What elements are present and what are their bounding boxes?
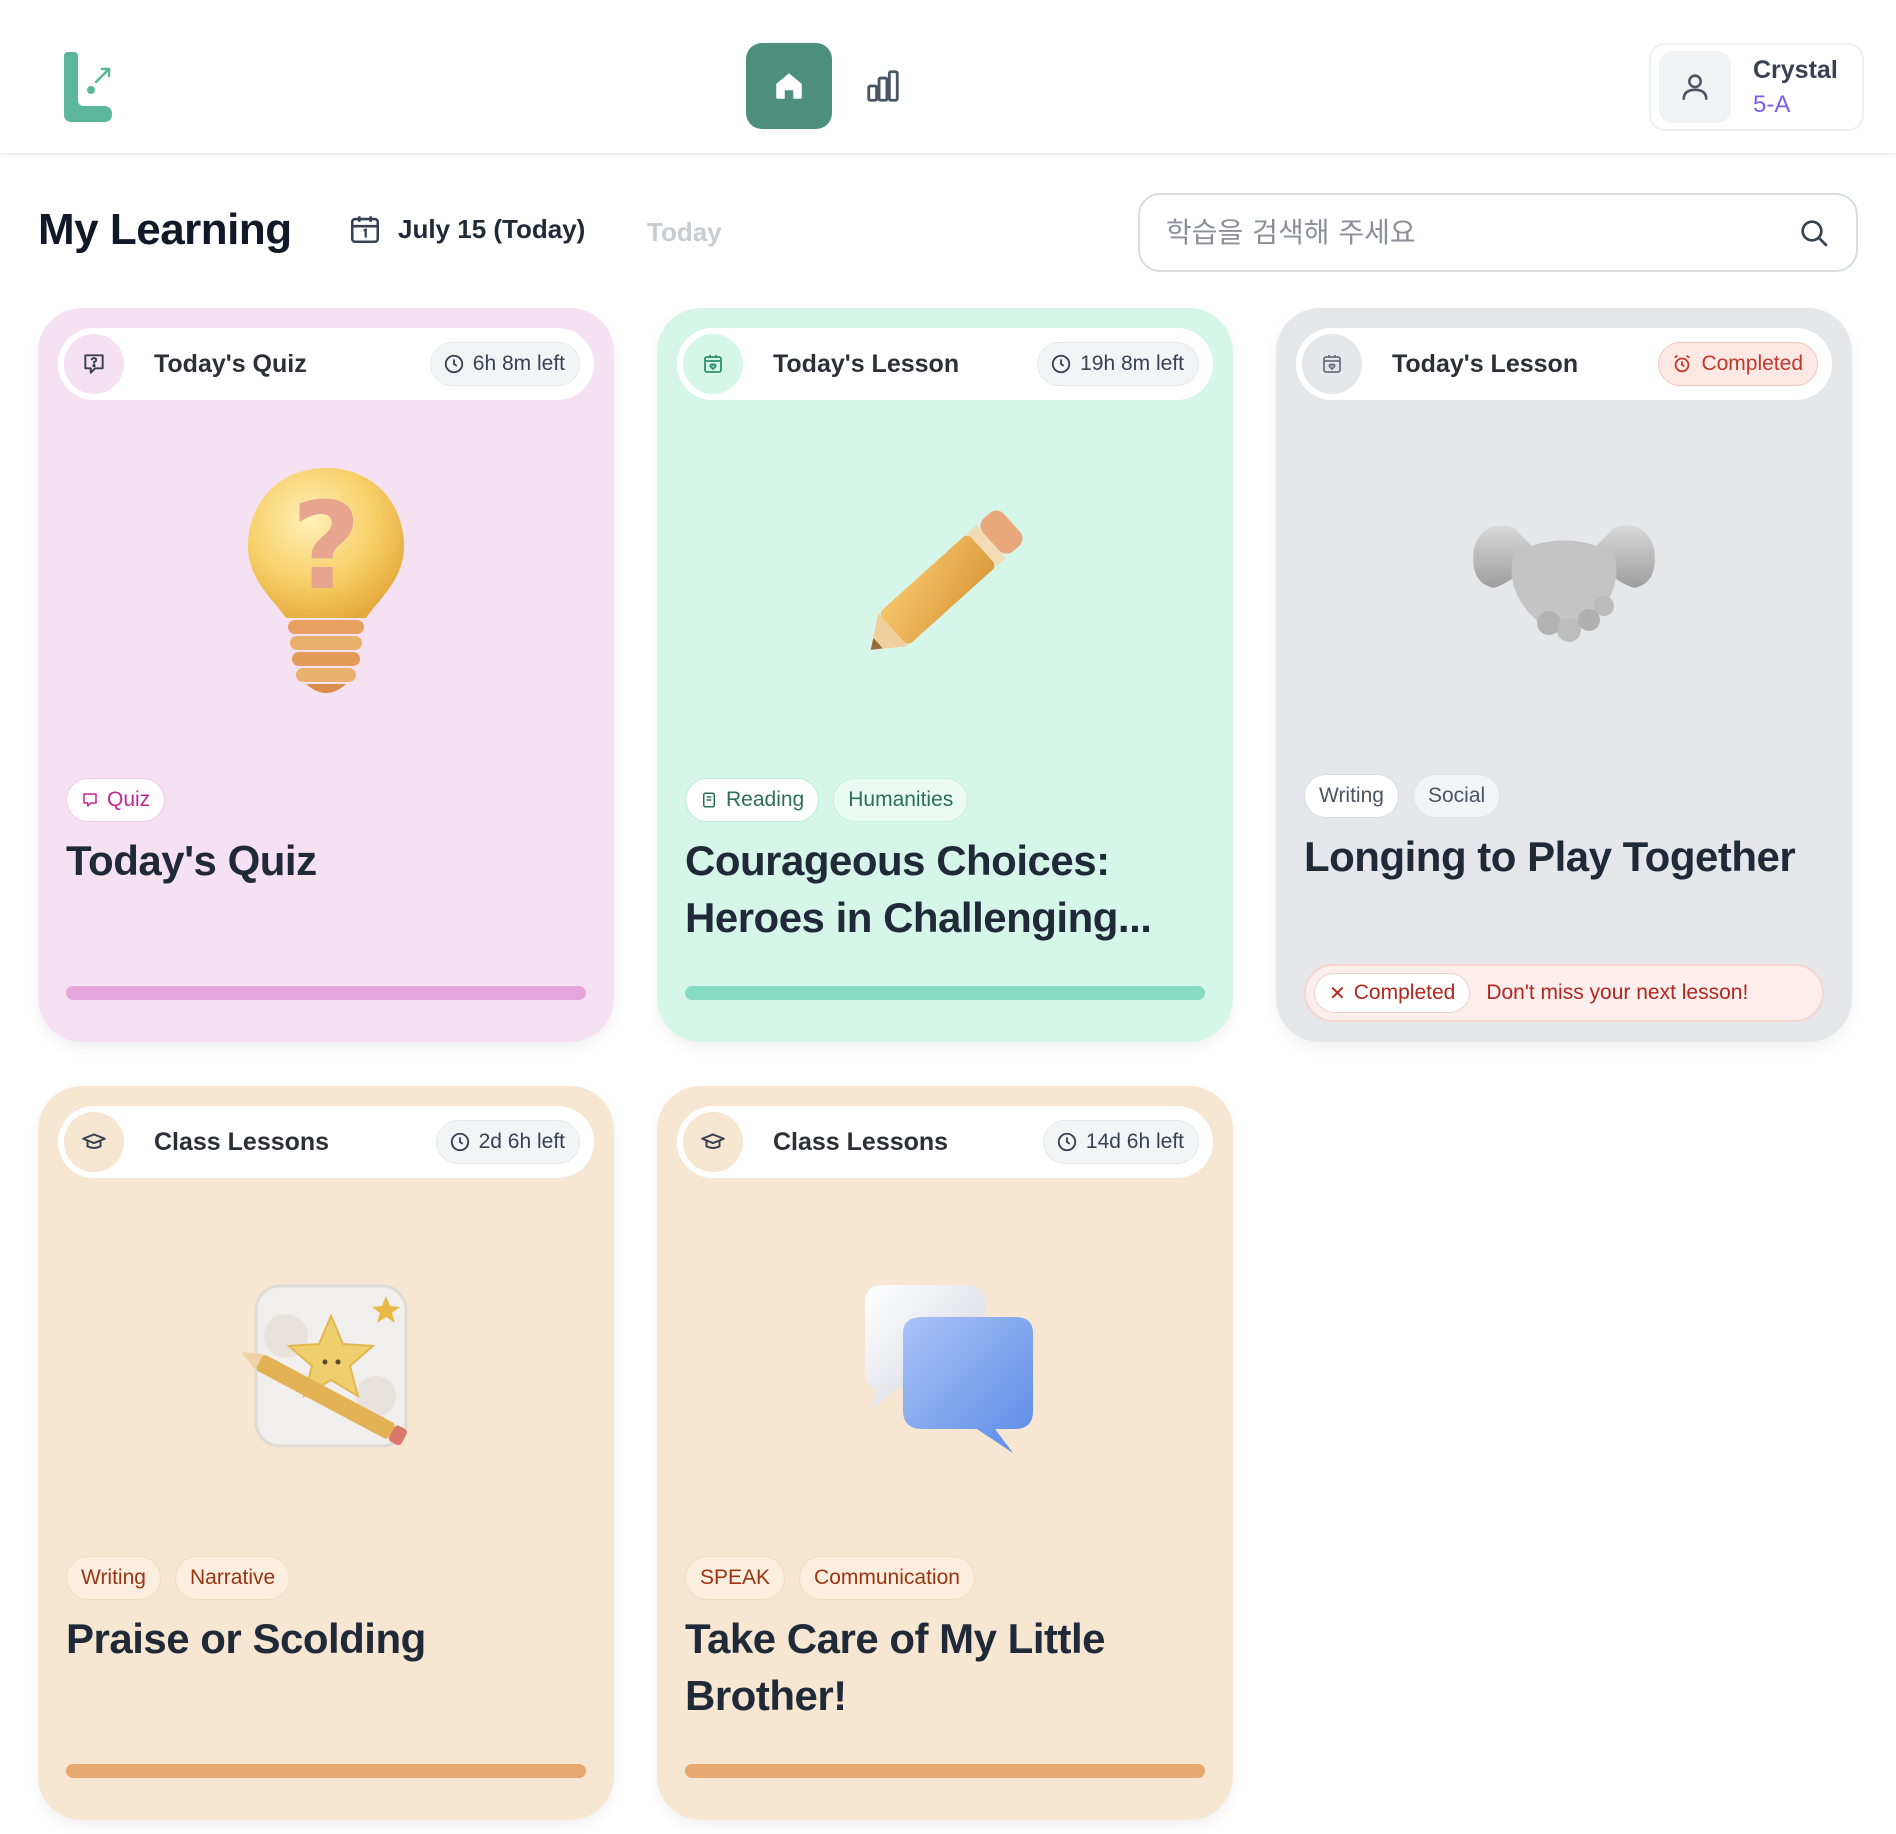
- close-icon: ✕: [1329, 982, 1346, 1005]
- user-name: Crystal: [1753, 55, 1838, 84]
- tag-list: Writing Narrative: [66, 1556, 291, 1600]
- completed-badge: Completed: [1658, 342, 1818, 386]
- card-header: Class Lessons 14d 6h left: [677, 1106, 1213, 1178]
- tag-social: Social: [1412, 774, 1501, 818]
- user-class: 5-A: [1753, 90, 1791, 118]
- time-left-badge: 19h 8m left: [1037, 342, 1199, 386]
- card-title: Today's Quiz: [66, 837, 317, 884]
- card-header: Today's Lesson Completed: [1296, 328, 1832, 400]
- handshake-illustration: [1276, 508, 1852, 658]
- card-title: Take Care of My Little Brother!: [685, 1615, 1106, 1719]
- card-header-title: Class Lessons: [154, 1127, 330, 1156]
- time-left-text: 6h 8m left: [472, 352, 565, 375]
- clock-icon: [1051, 354, 1071, 374]
- star-pencil-illustration: [38, 1276, 614, 1456]
- user-profile-button[interactable]: Crystal 5-A: [1649, 43, 1864, 131]
- calendar-heart-icon: [1296, 328, 1368, 400]
- card-header-title: Today's Lesson: [1392, 349, 1579, 378]
- progress-bar: [66, 1764, 586, 1778]
- tag-list: Reading Humanities: [685, 778, 969, 822]
- quiz-bubble-icon: [83, 793, 97, 807]
- time-left-text: 14d 6h left: [1085, 1130, 1184, 1153]
- clock-icon: [444, 354, 463, 374]
- avatar: [1659, 51, 1731, 123]
- nav-home-button[interactable]: [746, 43, 832, 129]
- main-nav: [746, 43, 908, 129]
- tag-narrative: Narrative: [174, 1556, 291, 1600]
- tag-communication: Communication: [799, 1556, 975, 1600]
- card-header: Class Lessons 2d 6h left: [58, 1106, 594, 1178]
- bar-chart-icon: [867, 70, 899, 102]
- tag-speak: SPEAK: [685, 1556, 786, 1600]
- time-left-badge: 6h 8m left: [429, 342, 580, 386]
- time-left-text: 2d 6h left: [478, 1130, 565, 1153]
- quiz-bubble-icon: [58, 328, 130, 400]
- tag-list: SPEAK Communication: [685, 1556, 975, 1600]
- next-lesson-message: Don't miss your next lesson!: [1486, 981, 1749, 1004]
- progress-bar: [685, 1764, 1205, 1778]
- user-icon: [1682, 74, 1708, 100]
- lightbulb-illustration: ?: [38, 458, 614, 708]
- tag-list: Quiz: [66, 778, 166, 822]
- completed-lesson-card[interactable]: Today's Lesson Completed Writing Social …: [1276, 308, 1852, 1042]
- graduation-cap-icon: [58, 1106, 130, 1178]
- top-bar: Crystal 5-A: [0, 0, 1896, 155]
- progress-bar: [66, 986, 586, 1000]
- page-title: My Learning: [38, 205, 292, 254]
- calendar-heart-icon: [677, 328, 749, 400]
- date-picker[interactable]: July 15 (Today): [348, 212, 585, 246]
- speech-bubbles-illustration: [657, 1281, 1233, 1461]
- card-header-title: Class Lessons: [773, 1127, 949, 1156]
- tag-humanities: Humanities: [833, 778, 969, 822]
- card-header: Today's Quiz 6h 8m left: [58, 328, 594, 400]
- tag-list: Writing Social: [1304, 774, 1501, 818]
- search-icon[interactable]: [1798, 217, 1830, 249]
- tag-writing: Writing: [1304, 774, 1399, 818]
- book-icon: [703, 792, 715, 808]
- card-title: Praise or Scolding: [66, 1615, 426, 1662]
- card-title: Longing to Play Together: [1304, 833, 1796, 880]
- class-lesson-card[interactable]: Class Lessons 14d 6h left SPEAK Communic…: [657, 1086, 1233, 1820]
- tag-quiz: Quiz: [66, 778, 166, 822]
- pencil-illustration: [657, 483, 1233, 683]
- search-input[interactable]: [1166, 216, 1798, 249]
- search-box: [1138, 193, 1858, 272]
- lesson-card[interactable]: Today's Lesson 19h 8m left Reading Human…: [657, 308, 1233, 1042]
- completed-badge-text: Completed: [1701, 352, 1803, 375]
- time-left-badge: 2d 6h left: [435, 1120, 580, 1164]
- clock-icon: [1057, 1132, 1077, 1152]
- time-left-badge: 14d 6h left: [1042, 1120, 1199, 1164]
- card-title: Courageous Choices: Heroes in Challengin…: [685, 837, 1152, 941]
- class-lesson-card[interactable]: Class Lessons 2d 6h left Writing Narrati…: [38, 1086, 614, 1820]
- app-logo[interactable]: [60, 52, 120, 122]
- alarm-clock-icon: [1674, 354, 1691, 373]
- completed-status-bar: ✕ Completed Don't miss your next lesson!: [1304, 964, 1824, 1022]
- card-header-title: Today's Quiz: [154, 349, 307, 378]
- clock-icon: [450, 1132, 469, 1152]
- progress-bar: [685, 986, 1205, 1000]
- time-left-text: 19h 8m left: [1080, 352, 1184, 375]
- current-date: July 15 (Today): [398, 213, 586, 244]
- calendar-icon: [350, 216, 380, 244]
- home-icon: [776, 73, 802, 99]
- nav-stats-button[interactable]: [858, 43, 908, 129]
- today-button[interactable]: Today: [647, 217, 722, 248]
- graduation-cap-icon: [677, 1106, 749, 1178]
- card-header: Today's Lesson 19h 8m left: [677, 328, 1213, 400]
- completed-chip: ✕ Completed: [1314, 973, 1471, 1013]
- svg-text:?: ?: [291, 478, 361, 617]
- tag-reading: Reading: [685, 778, 820, 822]
- quiz-card[interactable]: Today's Quiz 6h 8m left ? Quiz Today's Q…: [38, 308, 614, 1042]
- tag-writing: Writing: [66, 1556, 161, 1600]
- card-header-title: Today's Lesson: [773, 349, 960, 378]
